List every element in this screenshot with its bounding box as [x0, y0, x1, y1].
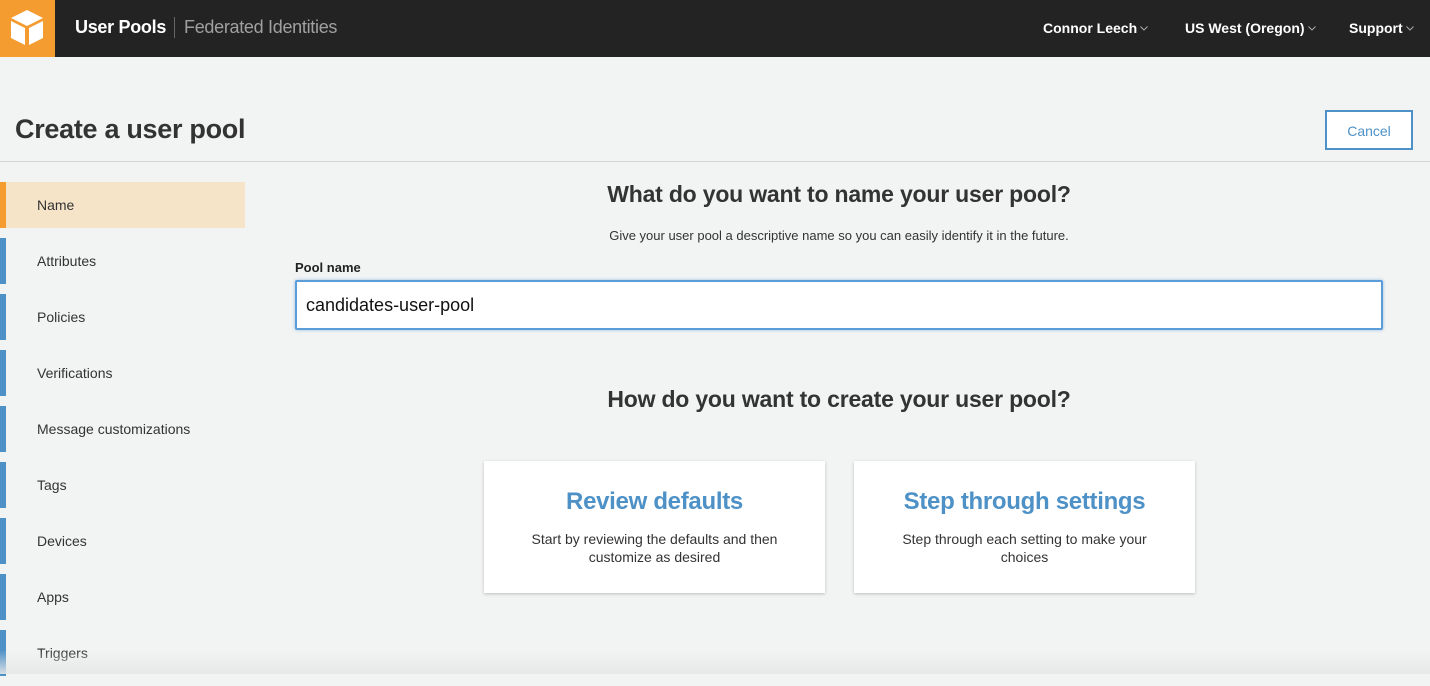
- page-title: Create a user pool: [15, 114, 246, 144]
- sidebar-item-message-customizations[interactable]: Message customizations: [0, 406, 245, 452]
- sidebar-item-name[interactable]: Name: [0, 182, 245, 228]
- chevron-down-icon: [1307, 26, 1316, 31]
- review-defaults-card[interactable]: Review defaults Start by reviewing the d…: [484, 461, 825, 593]
- user-menu[interactable]: Connor Leech: [1043, 20, 1148, 36]
- step-through-settings-title[interactable]: Step through settings: [854, 488, 1195, 516]
- sidebar-item-devices[interactable]: Devices: [0, 518, 245, 564]
- sidebar-item-triggers[interactable]: Triggers: [0, 630, 245, 676]
- cancel-button[interactable]: Cancel: [1325, 110, 1413, 150]
- aws-cube-icon[interactable]: [0, 0, 55, 57]
- sidebar-item-label: Message customizations: [37, 421, 191, 437]
- wizard-steps-sidebar: Name Attributes Policies Verifications M…: [0, 182, 245, 686]
- user-menu-label: Connor Leech: [1043, 20, 1138, 36]
- pool-name-input[interactable]: [295, 280, 1383, 330]
- sidebar-item-label: Apps: [37, 589, 69, 605]
- review-defaults-title[interactable]: Review defaults: [484, 488, 825, 516]
- chevron-down-icon: [1140, 26, 1148, 31]
- sidebar-item-label: Devices: [37, 533, 87, 549]
- sidebar-item-label: Attributes: [37, 253, 97, 269]
- name-hint-text: Give your user pool a descriptive name s…: [609, 228, 1069, 243]
- step-through-settings-card[interactable]: Step through settings Step through each …: [854, 461, 1195, 593]
- sidebar-item-attributes[interactable]: Attributes: [0, 238, 245, 284]
- brand-divider: [174, 17, 175, 38]
- sidebar-item-verifications[interactable]: Verifications: [0, 350, 245, 396]
- sidebar-item-label: Policies: [37, 309, 86, 325]
- sidebar-item-apps[interactable]: Apps: [0, 574, 245, 620]
- user-pools-link[interactable]: User Pools: [75, 17, 166, 38]
- name-question-heading: What do you want to name your user pool?: [607, 181, 1071, 207]
- support-menu-label: Support: [1349, 20, 1403, 36]
- region-menu-label: US West (Oregon): [1185, 20, 1305, 36]
- create-question-heading: How do you want to create your user pool…: [607, 386, 1071, 412]
- step-through-settings-description: Step through each setting to make your c…: [902, 531, 1147, 565]
- sidebar-item-policies[interactable]: Policies: [0, 294, 245, 340]
- federated-identities-link[interactable]: Federated Identities: [184, 17, 337, 38]
- sidebar-item-label: Tags: [37, 477, 67, 493]
- review-defaults-description: Start by reviewing the defaults and then…: [531, 531, 778, 565]
- header-divider: [0, 161, 1430, 162]
- sidebar-item-label: Triggers: [37, 645, 88, 661]
- sidebar-item-label: Name: [37, 197, 75, 213]
- chevron-down-icon: [1405, 26, 1414, 31]
- sidebar-item-tags[interactable]: Tags: [0, 462, 245, 508]
- region-menu[interactable]: US West (Oregon): [1185, 20, 1316, 36]
- top-navigation-bar: User Pools Federated Identities Connor L…: [0, 0, 1430, 57]
- sidebar-item-label: Verifications: [37, 365, 113, 381]
- pool-name-label: Pool name: [295, 260, 361, 275]
- support-menu[interactable]: Support: [1349, 20, 1414, 36]
